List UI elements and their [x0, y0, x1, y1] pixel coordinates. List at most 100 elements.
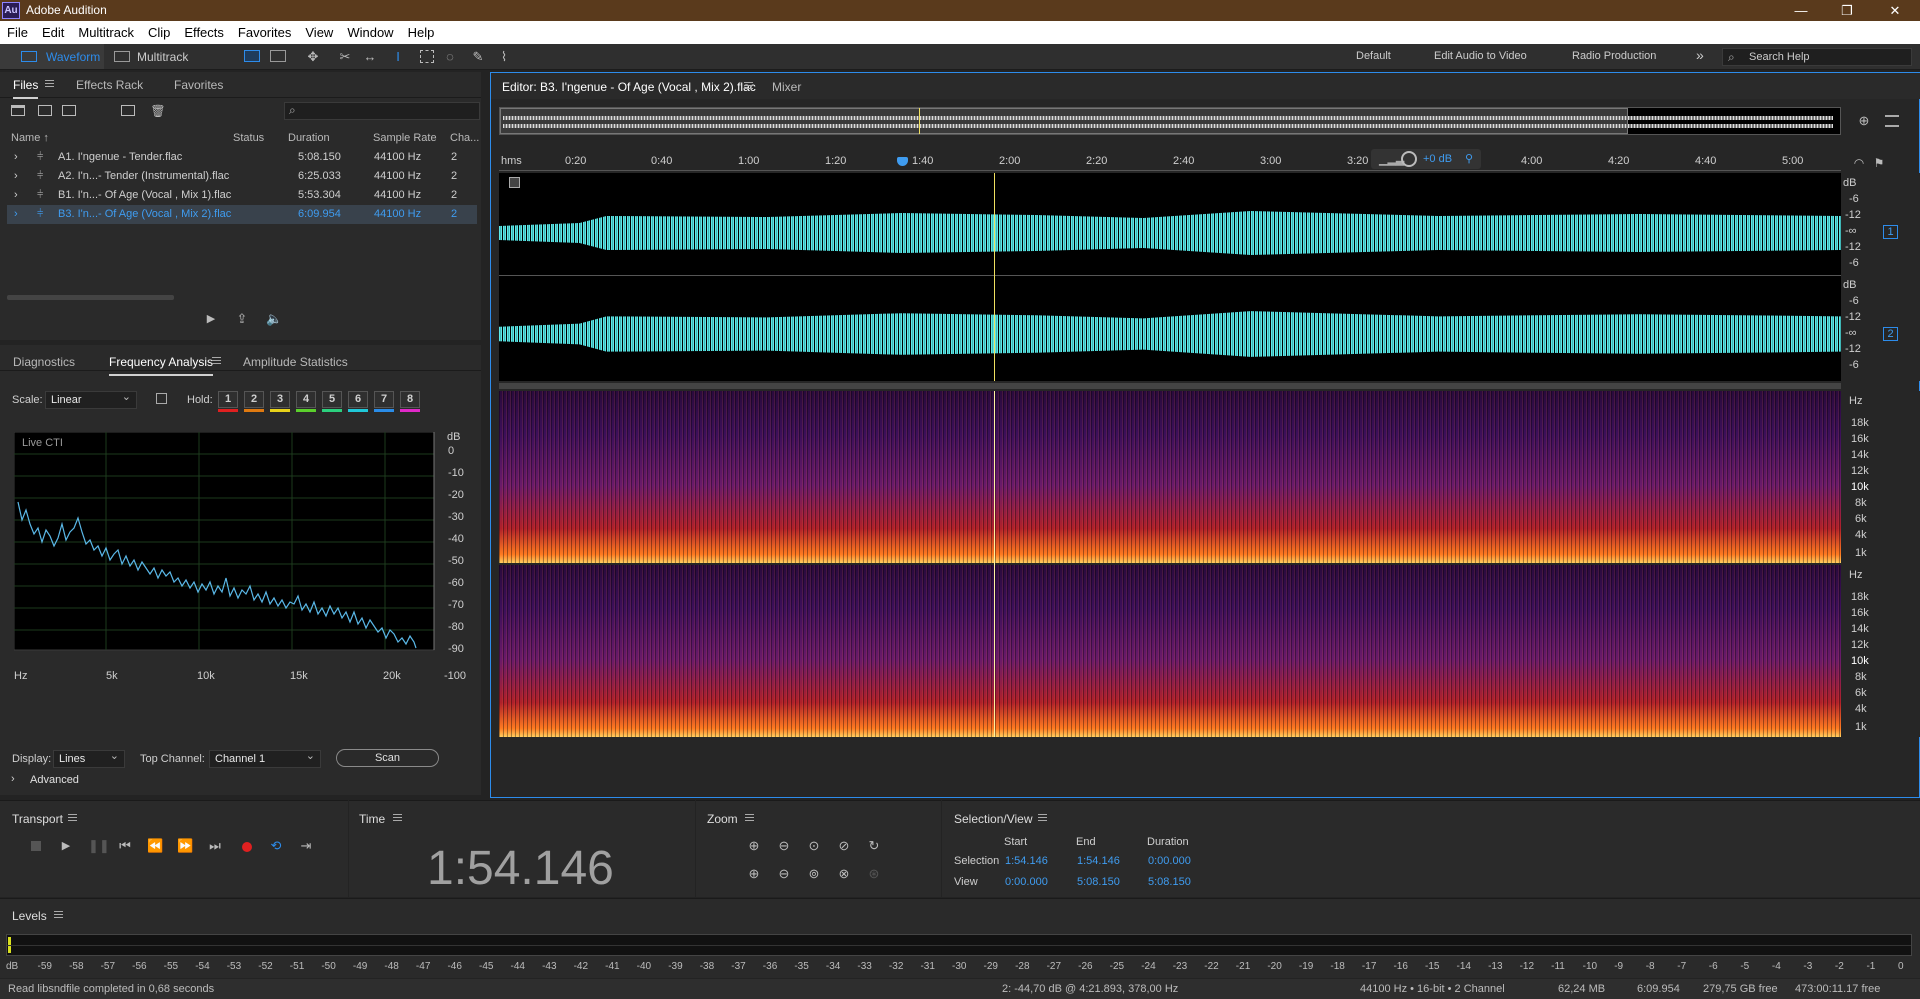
zoom-menu-icon[interactable]	[745, 814, 754, 821]
play-file-icon[interactable]: ▶	[203, 311, 219, 327]
hold-button-7[interactable]: 7	[374, 391, 394, 412]
files-menu-icon[interactable]	[45, 80, 54, 87]
view-duration[interactable]: 5:08.150	[1148, 876, 1191, 888]
multitrack-mode-button[interactable]: Multitrack	[115, 47, 188, 67]
view-start[interactable]: 0:00.000	[1005, 876, 1048, 888]
tab-files[interactable]: Files	[13, 78, 39, 99]
frequency-graph[interactable]: dB 0 -10 -20 -30 -40 -50 -60 -70 -80 -90…	[14, 432, 469, 702]
overview-bar[interactable]	[499, 107, 1841, 135]
rewind-button[interactable]: ⏪	[147, 838, 163, 854]
scale-dropdown[interactable]: Linear	[45, 389, 137, 409]
zoom-out-full-icon[interactable]: ⊚	[806, 866, 822, 882]
delete-icon[interactable]: 🗑	[150, 103, 166, 119]
overview-view-range[interactable]	[500, 108, 1628, 134]
lasso-icon[interactable]: ◌	[442, 49, 458, 65]
expand-icon[interactable]: ›	[14, 167, 18, 186]
hud-pin-icon[interactable]: ⚲	[1465, 152, 1473, 165]
hold-button-3[interactable]: 3	[270, 391, 290, 412]
menu-file[interactable]: File	[0, 21, 35, 44]
tab-diagnostics[interactable]: Diagnostics	[13, 355, 75, 369]
fast-forward-button[interactable]: ⏩	[177, 838, 193, 854]
editor-menu-icon[interactable]	[744, 82, 753, 89]
spectrogram-channel-2[interactable]	[499, 565, 1841, 737]
spectrum-display-icon[interactable]	[244, 50, 260, 62]
menu-clip[interactable]: Clip	[141, 21, 177, 44]
frequency-analysis-menu-icon[interactable]	[212, 357, 221, 364]
time-menu-icon[interactable]	[393, 814, 402, 821]
skip-selection-button[interactable]: ⇥	[298, 838, 314, 854]
maximize-button[interactable]: ❐	[1824, 0, 1870, 21]
menu-favorites[interactable]: Favorites	[231, 21, 298, 44]
zoom-to-selection-icon[interactable]: ⊙	[806, 838, 822, 854]
waveform-mode-button[interactable]: Waveform	[24, 47, 100, 67]
waveform-view-toggle-icon[interactable]	[509, 177, 520, 188]
advanced-toggle[interactable]: Advanced	[30, 774, 79, 786]
tab-favorites[interactable]: Favorites	[174, 78, 223, 92]
zoom-in-right-icon[interactable]: ⊗	[836, 866, 852, 882]
files-scrollbar[interactable]	[7, 295, 174, 300]
tab-amplitude-statistics[interactable]: Amplitude Statistics	[243, 355, 348, 369]
tab-effects-rack[interactable]: Effects Rack	[76, 78, 143, 92]
minimize-button[interactable]: —	[1778, 0, 1824, 21]
menu-effects[interactable]: Effects	[177, 21, 231, 44]
import-file-icon[interactable]	[38, 105, 52, 116]
file-row-selected[interactable]: › ⫩ B3. I'n...- Of Age (Vocal , Mix 2).f…	[7, 205, 477, 224]
overview-options-icon[interactable]	[1885, 115, 1899, 127]
spectrogram-channel-1[interactable]	[499, 391, 1841, 563]
go-to-end-button[interactable]: ⏭	[207, 838, 223, 854]
more-workspaces-button[interactable]: »	[1696, 47, 1704, 63]
zoom-in-left-icon[interactable]: ⊘	[836, 838, 852, 854]
editor-tab-title[interactable]: Editor: B3. I'ngenue - Of Age (Vocal , M…	[502, 80, 756, 94]
stop-button[interactable]	[31, 841, 41, 851]
time-selection-icon[interactable]: I	[390, 49, 406, 65]
marquee-icon[interactable]	[420, 50, 434, 63]
hold-button-4[interactable]: 4	[296, 391, 316, 412]
col-sample-rate[interactable]: Sample Rate	[373, 132, 437, 144]
go-to-start-button[interactable]: ⏮	[117, 838, 133, 854]
file-row[interactable]: › ⫩ A1. I'ngenue - Tender.flac 5:08.150 …	[7, 148, 477, 167]
hold-button-8[interactable]: 8	[400, 391, 420, 412]
spectral-pitch-icon[interactable]	[270, 50, 286, 62]
zoom-in-amplitude-icon[interactable]: ⊕	[746, 838, 762, 854]
play-button[interactable]: ▶	[58, 838, 74, 854]
selection-end[interactable]: 1:54.146	[1077, 855, 1120, 867]
ruler-zoom-icon[interactable]: ◠	[1851, 155, 1867, 171]
view-end[interactable]: 5:08.150	[1077, 876, 1120, 888]
menu-help[interactable]: Help	[401, 21, 442, 44]
workspace-default[interactable]: Default	[1356, 50, 1391, 62]
timeline-ruler[interactable]: hms 0:20 0:40 1:00 1:20 1:40 2:00 2:20 2…	[499, 149, 1841, 171]
move-tool-icon[interactable]: ✥	[305, 49, 321, 65]
tab-mixer[interactable]: Mixer	[772, 80, 801, 94]
expand-icon[interactable]: ›	[14, 186, 18, 205]
razor-tool-icon[interactable]: ✂	[337, 49, 353, 65]
hud[interactable]: ▁▂▃ +0 dB ⚲	[1371, 149, 1481, 169]
menu-window[interactable]: Window	[340, 21, 400, 44]
search-help-field[interactable]: ⌕ Search Help	[1722, 48, 1912, 66]
expand-icon[interactable]: ›	[14, 205, 18, 224]
display-dropdown[interactable]: Lines	[53, 748, 125, 768]
auto-play-icon[interactable]: 🔈	[266, 311, 282, 327]
brush-icon[interactable]: ✎	[470, 49, 486, 65]
file-row[interactable]: › ⫩ A2. I'n...- Tender (Instrumental).fl…	[7, 167, 477, 186]
col-duration[interactable]: Duration	[288, 132, 330, 144]
close-button[interactable]: ✕	[1872, 0, 1918, 21]
marker-icon[interactable]: ⚑	[1871, 155, 1887, 171]
menu-multitrack[interactable]: Multitrack	[71, 21, 141, 44]
zoom-out-amplitude-icon[interactable]: ⊖	[776, 838, 792, 854]
scan-button[interactable]: Scan	[336, 749, 439, 767]
copy-graph-icon[interactable]	[156, 393, 167, 404]
menu-view[interactable]: View	[298, 21, 340, 44]
volume-knob-icon[interactable]	[1401, 151, 1417, 167]
hold-button-5[interactable]: 5	[322, 391, 342, 412]
cti-handle[interactable]	[897, 157, 908, 166]
view-splitter[interactable]	[499, 383, 1841, 389]
record-button[interactable]	[242, 842, 252, 852]
col-name[interactable]: Name ↑	[11, 132, 49, 144]
workspace-radio-production[interactable]: Radio Production	[1572, 50, 1656, 62]
hud-gain[interactable]: +0 dB	[1423, 153, 1452, 165]
hold-button-1[interactable]: 1	[218, 391, 238, 412]
transport-menu-icon[interactable]	[68, 814, 77, 821]
selection-start[interactable]: 1:54.146	[1005, 855, 1048, 867]
files-search-input[interactable]: ⌕	[284, 102, 480, 120]
levels-menu-icon[interactable]	[54, 911, 63, 918]
